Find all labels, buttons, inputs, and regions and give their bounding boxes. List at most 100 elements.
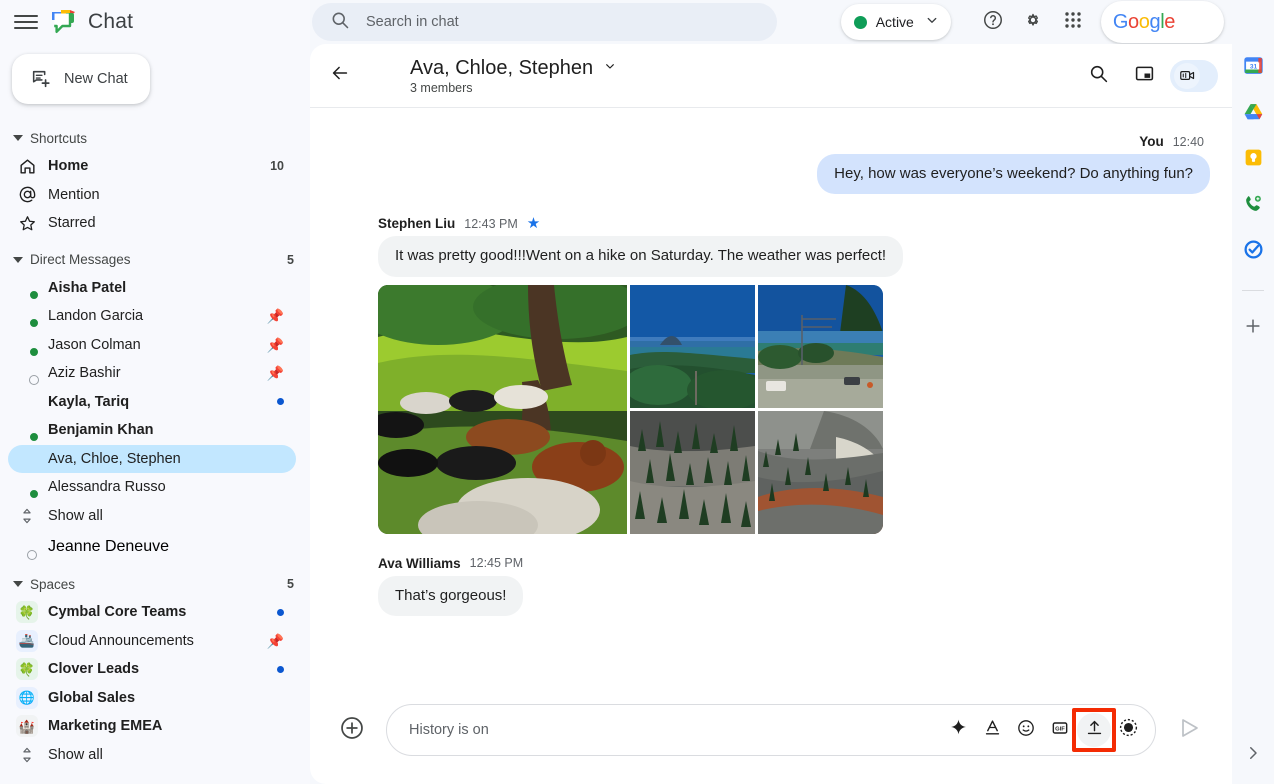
expand-panel-button[interactable] <box>1242 744 1264 766</box>
google-drive-icon[interactable] <box>1242 100 1264 122</box>
attachment-image-5[interactable] <box>758 410 883 534</box>
message-input[interactable] <box>409 722 941 738</box>
sidebar-item-global-sales[interactable]: 🌐 Global Sales <box>8 684 296 713</box>
google-wordmark: Google <box>1112 10 1176 33</box>
sidebar-item-jason-colman[interactable]: Jason Colman 📌 <box>8 331 296 360</box>
google-tasks-icon[interactable] <box>1242 238 1264 260</box>
plus-icon <box>1243 316 1263 341</box>
sidebar-item-label: Mention <box>48 186 100 203</box>
main-column: Active <box>310 0 1232 784</box>
sidebar-item-home[interactable]: Home 10 <box>8 152 296 181</box>
sidebar-item-ava-chloe-stephen[interactable]: Ava, Chloe, Stephen <box>8 444 296 473</box>
message-meta: Ava Williams 12:45 PM <box>378 556 523 571</box>
message-bubble[interactable]: That’s gorgeous! <box>378 575 524 616</box>
back-button[interactable] <box>320 56 360 96</box>
chevron-right-icon <box>1244 744 1262 767</box>
sidebar-item-clover-leads[interactable]: 🍀 Clover Leads <box>8 655 296 684</box>
settings-button[interactable] <box>1013 2 1053 42</box>
message-time: 12:45 PM <box>469 556 524 570</box>
message-bubble[interactable]: Hey, how was everyone’s weekend? Do anyt… <box>817 154 1210 195</box>
upload-file-button[interactable] <box>1077 713 1111 747</box>
message-bubble[interactable]: It was pretty good!!!Went on a hike on S… <box>378 236 904 277</box>
hamburger-menu-icon[interactable] <box>14 10 38 34</box>
sidebar-item-kayla-tariq[interactable]: Kayla, Tariq <box>8 388 296 417</box>
unread-dot <box>277 665 284 673</box>
sidebar-item-label: Ava, Chloe, Stephen <box>48 450 181 467</box>
section-header-direct-messages[interactable]: Direct Messages 5 <box>0 246 310 274</box>
sidebar-item-mention[interactable]: Mention <box>8 181 296 210</box>
star-outline-icon <box>16 212 38 234</box>
pin-icon: 📌 <box>266 336 284 353</box>
help-button[interactable] <box>973 2 1013 42</box>
expand-icon <box>16 744 38 766</box>
google-calendar-icon[interactable]: 31 <box>1242 54 1264 76</box>
sidebar-item-label: Cymbal Core Teams <box>48 604 187 621</box>
avatar <box>16 362 39 386</box>
show-all-direct-messages[interactable]: Show all <box>8 502 296 531</box>
message-meta: Stephen Liu 12:43 PM ★ <box>378 216 903 231</box>
message-composer[interactable]: GIF <box>386 704 1156 756</box>
google-apps-button[interactable] <box>1053 2 1093 42</box>
search-icon <box>1088 63 1109 89</box>
sidebar-item-label: Benjamin Khan <box>48 422 154 439</box>
status-selector[interactable]: Active <box>840 4 951 40</box>
sidebar-scroll-area: Shortcuts Home 10 Mention Starred Direct… <box>0 116 310 784</box>
search-input[interactable] <box>366 14 759 30</box>
attachment-image-2[interactable] <box>630 284 755 408</box>
star-filled-icon[interactable]: ★ <box>527 216 540 231</box>
section-header-shortcuts[interactable]: Shortcuts <box>0 124 310 152</box>
send-button[interactable] <box>1170 710 1210 750</box>
google-keep-icon[interactable] <box>1242 146 1264 168</box>
sidebar-item-alessandra-russo[interactable]: Alessandra Russo <box>8 473 296 502</box>
avatar <box>16 334 39 357</box>
sidebar-item-starred[interactable]: Starred <box>8 209 296 238</box>
user-avatar[interactable] <box>1185 5 1219 39</box>
section-header-spaces[interactable]: Spaces 5 <box>0 570 310 598</box>
video-call-button[interactable] <box>1170 59 1218 92</box>
side-panel-rail: 31 <box>1232 0 1274 784</box>
conversation-panel: Ava, Chloe, Stephen 3 members You 12:40 … <box>310 44 1232 784</box>
google-chat-logo <box>48 7 78 37</box>
format-text-button[interactable] <box>975 713 1009 747</box>
clover-emoji-icon: 🍀 <box>16 658 38 681</box>
attachment-image-1[interactable] <box>378 284 627 534</box>
attachment-image-4[interactable] <box>630 410 755 534</box>
sidebar-item-benjamin-khan[interactable]: Benjamin Khan <box>8 416 296 445</box>
search-bar[interactable] <box>312 3 777 41</box>
new-chat-button[interactable]: New Chat <box>12 54 150 104</box>
conversation-title: Ava, Chloe, Stephen <box>410 56 594 79</box>
unread-dot <box>277 398 284 406</box>
conversation-search-button[interactable] <box>1078 56 1118 96</box>
message-body: Ava Williams 12:45 PM That’s gorgeous! <box>378 556 524 616</box>
sidebar-item-cymbal-core-teams[interactable]: 🍀 Cymbal Core Teams <box>8 598 296 627</box>
sidebar-item-label: Home <box>48 158 89 175</box>
add-app-button[interactable] <box>1242 317 1264 339</box>
search-icon <box>330 10 350 35</box>
add-attachment-button[interactable] <box>332 710 372 750</box>
sidebar-item-jeanne-deneuve[interactable]: Jeanne Deneuve <box>8 532 296 562</box>
emoji-button[interactable] <box>1009 713 1043 747</box>
show-all-spaces[interactable]: Show all <box>8 741 296 770</box>
sidebar-item-aziz-bashir[interactable]: Aziz Bashir 📌 <box>8 359 296 388</box>
sidebar-item-marketing-emea[interactable]: 🏰 Marketing EMEA <box>8 712 296 741</box>
attachment-image-3[interactable] <box>758 284 883 408</box>
show-all-label: Show all <box>48 746 103 763</box>
conversation-actions <box>1078 56 1218 96</box>
sidebar-item-label: Aisha Patel <box>48 279 127 296</box>
conversation-title-button[interactable]: Ava, Chloe, Stephen <box>410 57 618 80</box>
sidebar-item-label: Marketing EMEA <box>48 718 163 735</box>
section-title: Shortcuts <box>30 130 88 146</box>
emoji-icon <box>1016 718 1036 743</box>
record-video-button[interactable] <box>1111 713 1145 747</box>
gif-button[interactable]: GIF <box>1043 713 1077 747</box>
google-voice-icon[interactable] <box>1242 192 1264 214</box>
gemini-button[interactable] <box>941 713 975 747</box>
avatar <box>16 419 39 443</box>
new-chat-label: New Chat <box>64 71 128 87</box>
sidebar-item-aisha-patel[interactable]: Aisha Patel <box>8 274 296 303</box>
sidebar-item-cloud-announcements[interactable]: 🚢 Cloud Announcements 📌 <box>8 627 296 656</box>
account-chip[interactable]: Google <box>1100 1 1224 43</box>
send-icon <box>1178 716 1202 745</box>
sidebar-item-landon-garcia[interactable]: Landon Garcia 📌 <box>8 302 296 331</box>
picture-in-picture-button[interactable] <box>1124 56 1164 96</box>
